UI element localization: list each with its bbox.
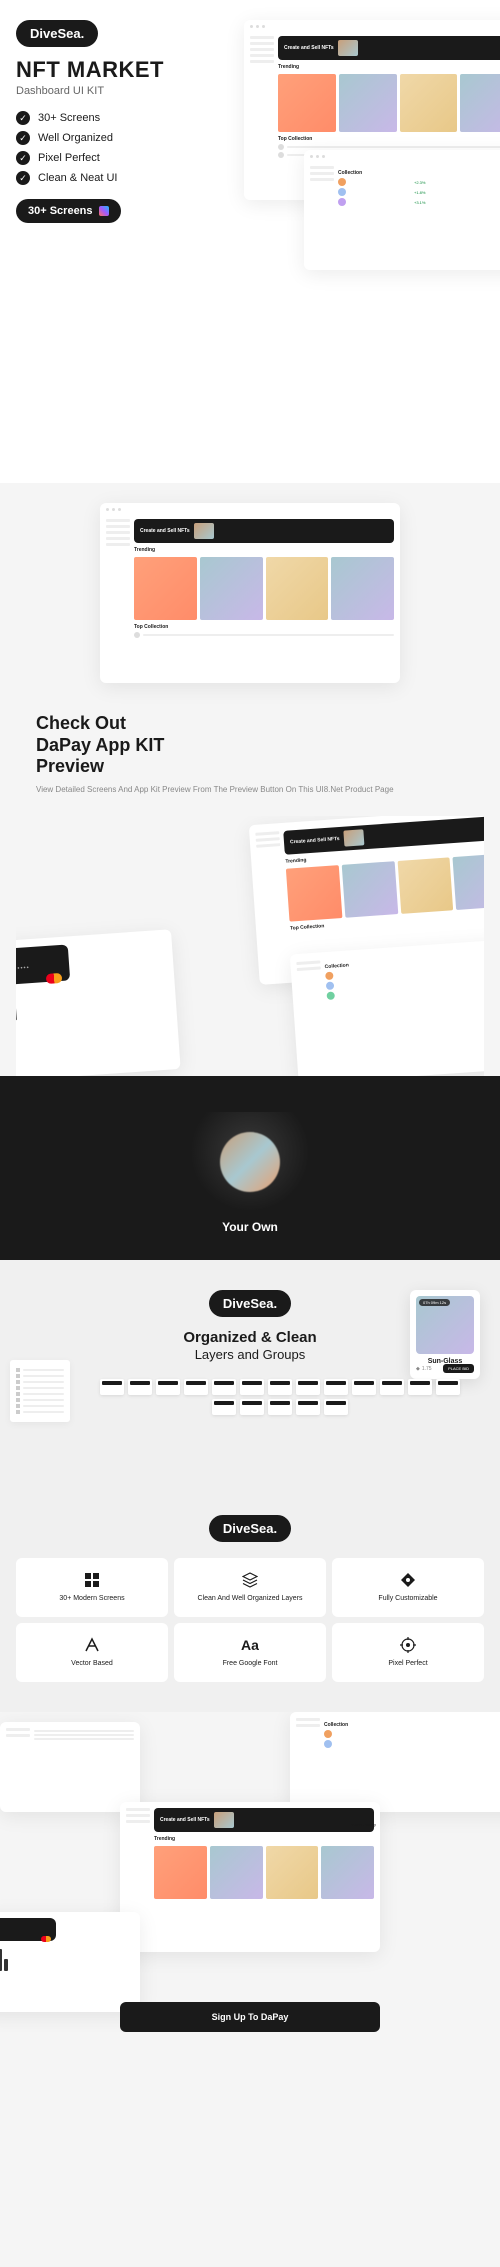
- organized-section: DiveSea. Organized & Clean Layers and Gr…: [0, 1260, 500, 1485]
- preview-description: View Detailed Screens And App Kit Previe…: [36, 784, 464, 796]
- mock-dashboard-screen-2: Create and Sell NFTs Trending Top Collec…: [100, 503, 400, 683]
- feature-card-screens: 30+ Modern Screens: [16, 1558, 168, 1617]
- mock-hero-bar: Create and Sell NFTs: [134, 519, 394, 543]
- mock-top-collection-label: Top Collection: [278, 136, 500, 142]
- feature-item: ✓Pixel Perfect: [16, 151, 186, 165]
- figma-icon: [99, 206, 109, 216]
- feature-card-customizable: Fully Customizable: [332, 1558, 484, 1617]
- layers-icon: [242, 1572, 258, 1588]
- mock-trending-label: Trending: [278, 64, 500, 70]
- feature-item: ✓Clean & Neat UI: [16, 171, 186, 185]
- mock-collection-label: Collection: [338, 170, 500, 176]
- your-own-text: Your Own: [16, 1220, 484, 1234]
- preview-text-block: Check Out DaPay App KIT Preview View Det…: [16, 683, 484, 796]
- screens-grid-mock: [16, 1379, 484, 1415]
- feature-list: ✓30+ Screens ✓Well Organized ✓Pixel Perf…: [16, 111, 186, 185]
- credit-card-mock: 💳 •••• •••• ••••: [16, 944, 70, 986]
- mock-dashboard-center: Create and Sell NFTs Trending Recent Act…: [120, 1802, 380, 1952]
- mock-wallet-bottom-left: ••••: [0, 1912, 140, 2012]
- check-icon: ✓: [16, 151, 30, 165]
- signup-banner: Sign Up To DaPay: [120, 2002, 380, 2032]
- grid-icon: [84, 1572, 100, 1588]
- check-icon: ✓: [16, 131, 30, 145]
- feature-card-layers: Clean And Well Organized Layers: [174, 1558, 326, 1617]
- nft-card-sample: 07h 09m 12s Sun-Glass ◆ 1.75 PLACE BID: [410, 1290, 480, 1379]
- feature-item: ✓Well Organized: [16, 131, 186, 145]
- check-icon: ✓: [16, 171, 30, 185]
- dark-orb-card: [190, 1112, 310, 1212]
- mock-wallet-screen: 💳 •••• •••• ••••: [16, 929, 181, 1076]
- features-section: DiveSea. 30+ Modern Screens Clean And We…: [0, 1485, 500, 1712]
- feature-item: ✓30+ Screens: [16, 111, 186, 125]
- dark-hero-section: allet Your Own: [0, 1076, 500, 1260]
- hero-subtitle: Dashboard UI KIT: [16, 85, 186, 97]
- feature-card-pixel: Pixel Perfect: [332, 1623, 484, 1682]
- target-icon: [400, 1637, 416, 1653]
- feature-card-font: Aa Free Google Font: [174, 1623, 326, 1682]
- mastercard-icon: [46, 973, 63, 984]
- layers-panel-mock: [10, 1360, 70, 1422]
- brand-badge: DiveSea.: [16, 20, 98, 47]
- screens-badge: 30+ Screens: [16, 199, 121, 223]
- orb-graphic: [220, 1132, 280, 1192]
- mock-collection-top-right: Collection: [290, 1712, 500, 1812]
- mock-collection-screen: Collection +2.3% +1.8% +3.1%: [304, 150, 500, 270]
- mock-screen-top-left: [0, 1722, 140, 1812]
- bottom-mocks-section: Collection Create and Sell NFTs Trending…: [0, 1712, 500, 2032]
- brand-badge: DiveSea.: [209, 1515, 291, 1542]
- diamond-icon: [400, 1572, 416, 1588]
- mock-collection-tilted: Collection: [290, 938, 484, 1076]
- hero-title: NFT MARKET: [16, 57, 186, 83]
- feature-card-vector: Vector Based: [16, 1623, 168, 1682]
- hero-section: DiveSea. NFT MARKET Dashboard UI KIT ✓30…: [0, 0, 500, 483]
- vector-icon: [84, 1637, 100, 1653]
- nft-timer-badge: 07h 09m 12s: [419, 1299, 450, 1306]
- preview-section: Create and Sell NFTs Trending Top Collec…: [0, 483, 500, 1076]
- brand-badge: DiveSea.: [209, 1290, 291, 1317]
- place-bid-button[interactable]: PLACE BID: [443, 1364, 474, 1373]
- bar-chart-mock: [16, 979, 170, 1022]
- font-icon: Aa: [242, 1637, 258, 1653]
- mock-hero-bar: Create and Sell NFTs: [278, 36, 500, 60]
- check-icon: ✓: [16, 111, 30, 125]
- recent-activity-label: Recent Activity: [350, 1822, 376, 1827]
